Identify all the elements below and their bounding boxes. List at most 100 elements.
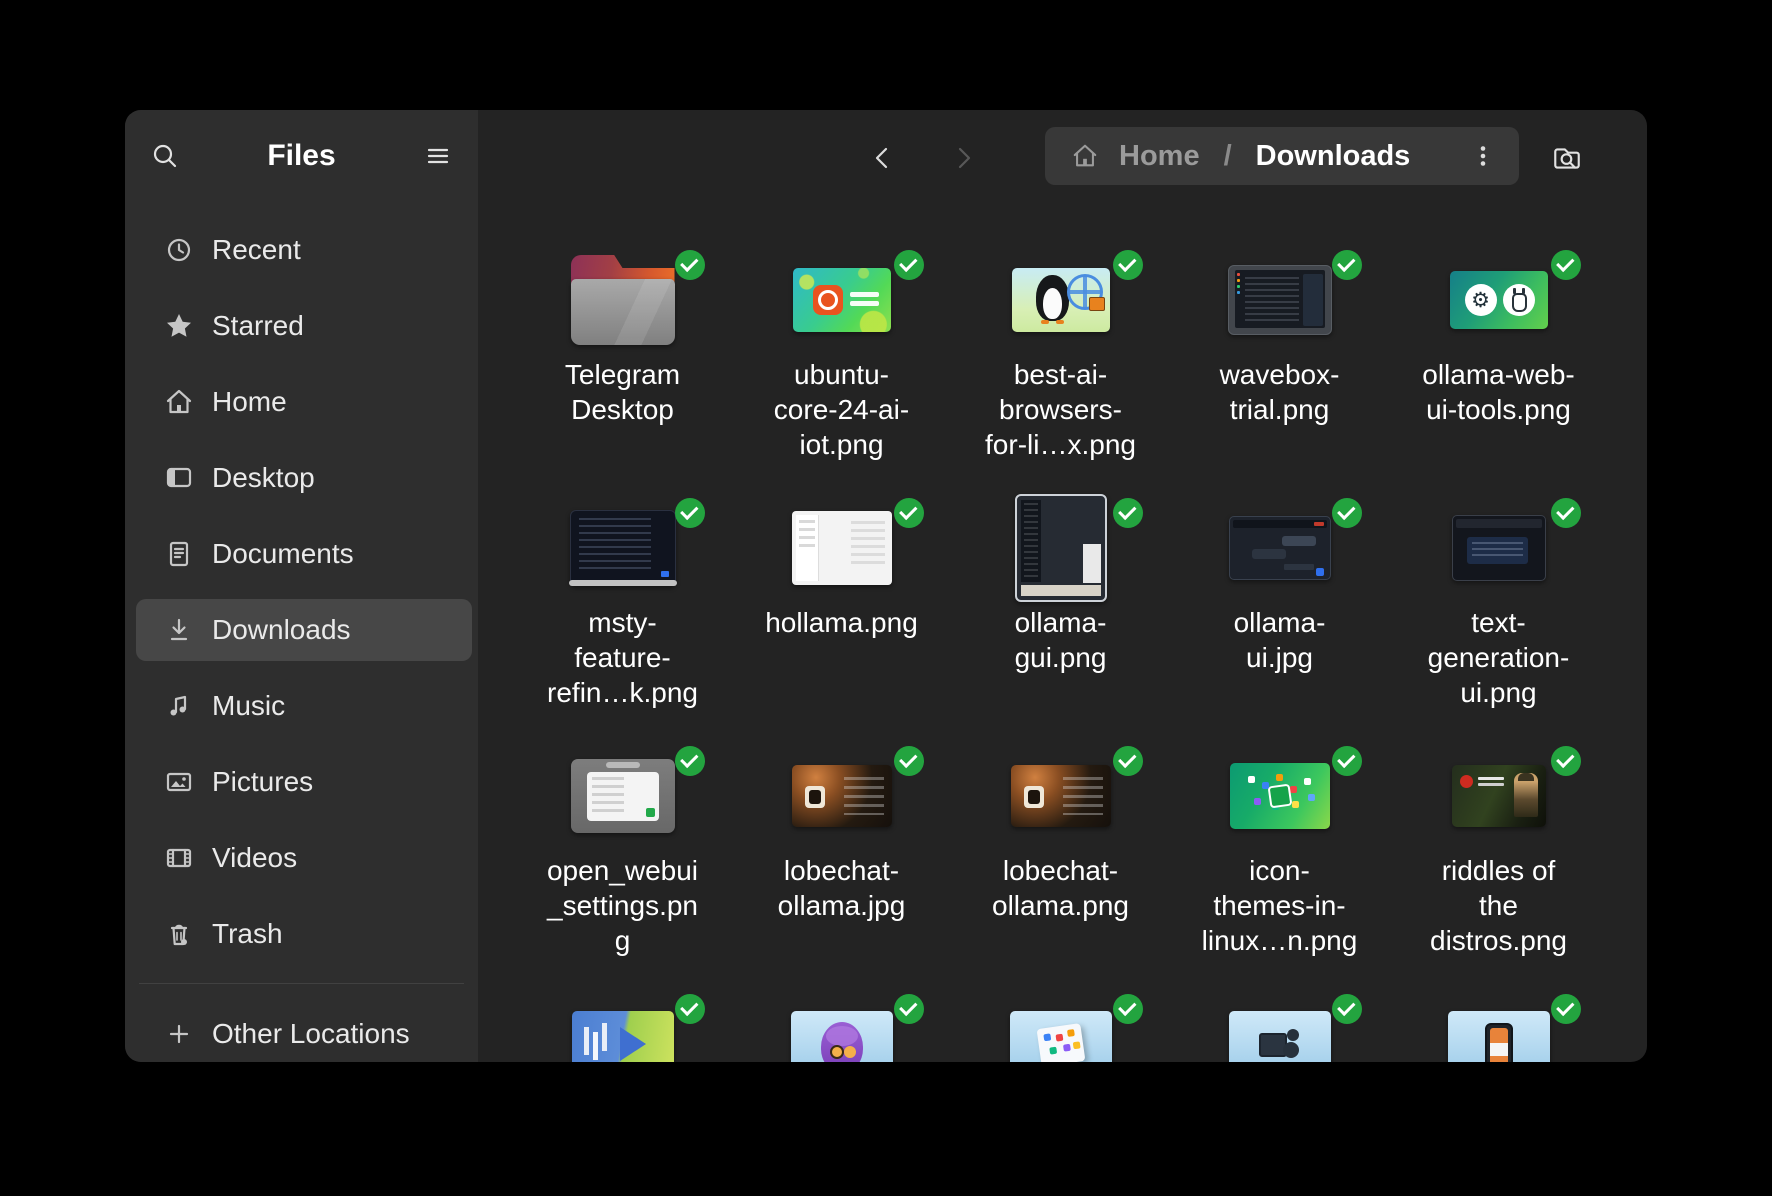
breadcrumb-current[interactable]: Downloads xyxy=(1256,140,1411,173)
path-bar: Home / Downloads xyxy=(1045,127,1519,185)
file-name: ollama-gui.png xyxy=(1015,605,1107,675)
breadcrumb-separator: / xyxy=(1224,140,1232,173)
sidebar-item-desktop[interactable]: Desktop xyxy=(136,447,472,509)
settings-modal-screenshot-thumbnail xyxy=(571,759,675,833)
check-badge-icon xyxy=(675,746,705,776)
star-icon xyxy=(164,311,194,341)
file-thumbnail-area xyxy=(1195,493,1365,603)
chevron-right-icon xyxy=(948,143,978,173)
check-badge-icon xyxy=(894,498,924,528)
file-item-best-ai-browsers-for-li-x-png[interactable]: best-ai-browsers-for-li…x.png xyxy=(951,245,1170,493)
file-name: wavebox-trial.png xyxy=(1220,357,1340,427)
check-badge-icon xyxy=(1332,994,1362,1024)
sidebar-item-other-locations[interactable]: Other Locations xyxy=(136,1003,472,1062)
back-button[interactable] xyxy=(859,134,907,182)
sidebar-item-recent[interactable]: Recent xyxy=(136,219,472,281)
sidebar-item-label: Trash xyxy=(212,918,283,950)
sidebar-item-trash[interactable]: Trash xyxy=(136,903,472,965)
sidebar-item-documents[interactable]: Documents xyxy=(136,523,472,585)
sky-collage-art-thumbnail xyxy=(1010,1011,1112,1062)
sidebar-item-label: Videos xyxy=(212,842,297,874)
recent-icon xyxy=(164,235,194,265)
file-thumbnail-area xyxy=(976,741,1146,851)
file-item[interactable] xyxy=(513,989,732,1062)
lobechat-orange-dark-art-thumbnail xyxy=(792,765,892,827)
music-icon xyxy=(164,691,194,721)
file-item-open-webui-settings-png[interactable]: open_webui_settings.png xyxy=(513,741,732,989)
check-badge-icon xyxy=(1551,250,1581,280)
file-item-wavebox-trial-png[interactable]: wavebox-trial.png xyxy=(1170,245,1389,493)
sidebar-item-pictures[interactable]: Pictures xyxy=(136,751,472,813)
file-item-ollama-gui-png[interactable]: ollama-gui.png xyxy=(951,493,1170,741)
search-icon xyxy=(150,141,180,171)
file-thumbnail-area xyxy=(757,245,927,355)
file-item-ubuntu-core-24-ai-iot-png[interactable]: ubuntu-core-24-ai-iot.png xyxy=(732,245,951,493)
file-thumbnail-area xyxy=(1414,741,1584,851)
sidebar-item-music[interactable]: Music xyxy=(136,675,472,737)
search-folder-button[interactable] xyxy=(1543,134,1591,182)
file-name: text-generation-ui.png xyxy=(1428,605,1570,710)
search-button[interactable] xyxy=(141,132,189,180)
file-item-icon-themes-in-linux-n-png[interactable]: icon-themes-in-linux…n.png xyxy=(1170,741,1389,989)
check-badge-icon xyxy=(1551,994,1581,1024)
sidebar-item-downloads[interactable]: Downloads xyxy=(136,599,472,661)
sidebar-item-home[interactable]: Home xyxy=(136,371,472,433)
file-thumbnail-area xyxy=(1195,989,1365,1062)
file-item-ollama-web-ui-tools-png[interactable]: ollama-web-ui-tools.png xyxy=(1389,245,1608,493)
file-item[interactable] xyxy=(732,989,951,1062)
chevron-left-icon xyxy=(868,143,898,173)
file-item-text-generation-ui-png[interactable]: text-generation-ui.png xyxy=(1389,493,1608,741)
file-item-telegram-desktop[interactable]: TelegramDesktop xyxy=(513,245,732,493)
file-item-lobechat-ollama-png[interactable]: lobechat-ollama.png xyxy=(951,741,1170,989)
check-badge-icon xyxy=(1113,498,1143,528)
check-badge-icon xyxy=(1332,746,1362,776)
plus-icon xyxy=(164,1019,194,1049)
sidebar-item-label: Home xyxy=(212,386,287,418)
file-name: open_webui_settings.png xyxy=(547,853,698,958)
sidebar-nav: Recent Starred Home Desktop Documents Downloa… xyxy=(136,219,472,979)
files-window: Files Recent Starred Home Desktop Documents D… xyxy=(125,110,1647,1062)
light-app-screenshot-thumbnail xyxy=(792,511,892,585)
file-item[interactable] xyxy=(1389,989,1608,1062)
trash-icon xyxy=(164,919,194,949)
file-item-hollama-png[interactable]: hollama.png xyxy=(732,493,951,741)
file-name: best-ai-browsers-for-li…x.png xyxy=(985,357,1136,462)
sky-video-editor-art-thumbnail xyxy=(572,1011,674,1062)
sidebar: Files Recent Starred Home Desktop Documents D… xyxy=(125,110,478,1062)
sidebar-footer: Other Locations xyxy=(136,1003,472,1062)
file-name: TelegramDesktop xyxy=(565,357,680,427)
sidebar-item-label: Documents xyxy=(212,538,354,570)
home-icon xyxy=(164,387,194,417)
distro-riddles-art-thumbnail xyxy=(1452,765,1546,827)
pictures-icon xyxy=(164,767,194,797)
file-item-msty-feature-refin-k-png[interactable]: msty-feature-refin…k.png xyxy=(513,493,732,741)
sidebar-item-videos[interactable]: Videos xyxy=(136,827,472,889)
forward-button[interactable] xyxy=(939,134,987,182)
folder-thumbnail xyxy=(571,255,675,345)
file-item-ollama-ui-jpg[interactable]: ollama-ui.jpg xyxy=(1170,493,1389,741)
browser-screenshot-dark-thumbnail xyxy=(1228,265,1332,335)
main-menu-button[interactable] xyxy=(414,132,462,180)
file-name: ollama-web-ui-tools.png xyxy=(1422,357,1575,427)
path-menu-button[interactable] xyxy=(1459,132,1507,180)
file-item[interactable] xyxy=(951,989,1170,1062)
file-name: ubuntu-core-24-ai-iot.png xyxy=(774,357,909,462)
file-thumbnail-area xyxy=(757,493,927,603)
sidebar-item-label: Starred xyxy=(212,310,304,342)
file-thumbnail-area xyxy=(538,741,708,851)
file-item-riddles-of-the-distros-png[interactable]: riddles ofthedistros.png xyxy=(1389,741,1608,989)
file-thumbnail-area xyxy=(976,493,1146,603)
app-title: Files xyxy=(189,139,414,173)
file-item-lobechat-ollama-jpg[interactable]: lobechat-ollama.jpg xyxy=(732,741,951,989)
sidebar-item-label: Pictures xyxy=(212,766,313,798)
lobechat-orange-dark-art-thumbnail xyxy=(1011,765,1111,827)
file-item[interactable] xyxy=(1170,989,1389,1062)
file-thumbnail-area xyxy=(1414,989,1584,1062)
breadcrumb-home[interactable]: Home xyxy=(1119,140,1200,173)
terminal-screenshot-dark-thumbnail xyxy=(1452,515,1546,581)
sidebar-item-starred[interactable]: Starred xyxy=(136,295,472,357)
check-badge-icon xyxy=(675,498,705,528)
dark-app-screenshot-thumbnail xyxy=(570,510,676,586)
file-name: hollama.png xyxy=(765,605,918,640)
file-thumbnail-area xyxy=(538,245,708,355)
